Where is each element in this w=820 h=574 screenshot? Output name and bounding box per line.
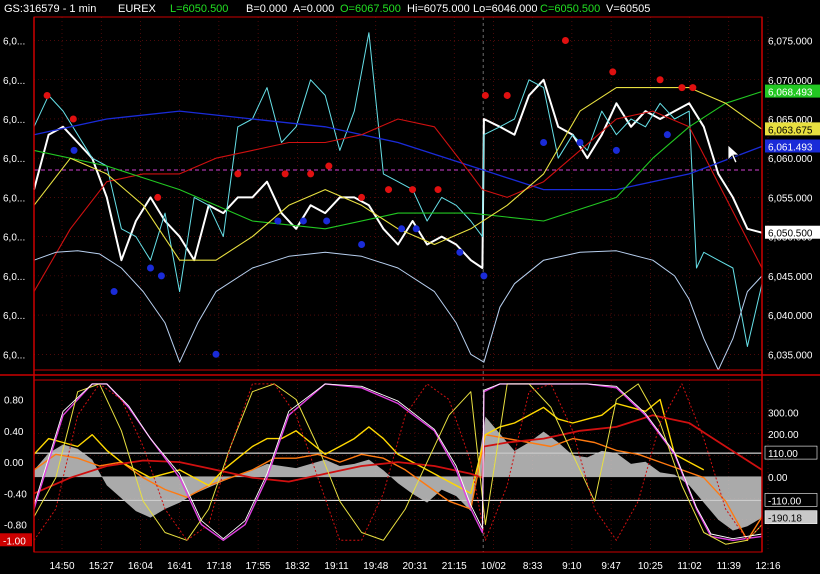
header-low: Lo=6046.000 [473, 3, 538, 15]
price-tick-left: 6,0... [3, 115, 25, 126]
low-marker [110, 288, 118, 296]
low-marker [576, 139, 584, 147]
low-marker [157, 272, 165, 280]
header-ask: A=0.000 [293, 3, 334, 15]
time-tick: 20:31 [402, 561, 427, 572]
time-tick: 15:27 [89, 561, 114, 572]
price-tick-left: 6,0... [3, 76, 25, 87]
price-value-label: 6,061.493 [768, 142, 813, 153]
high-marker [307, 170, 315, 178]
high-marker [358, 193, 366, 201]
price-tick-right: 6,060.000 [768, 154, 813, 165]
osc-tick-right: 0.00 [768, 473, 788, 484]
high-marker [234, 170, 242, 178]
high-marker [154, 193, 162, 201]
header-high: Hi=6075.000 [407, 3, 470, 15]
price-tick-left: 6,0... [3, 37, 25, 48]
header-symbol: GS:316579 - 1 min [4, 3, 96, 15]
osc-left-label: -1.00 [3, 536, 26, 547]
price-tick-right: 6,075.000 [768, 37, 813, 48]
low-marker [323, 217, 331, 225]
high-marker [503, 91, 511, 99]
low-marker [480, 272, 488, 280]
header-volume: V=60505 [606, 3, 650, 15]
low-marker [299, 217, 307, 225]
header-open: O=6067.500 [340, 3, 401, 15]
time-tick: 17:55 [246, 561, 271, 572]
price-tick-right: 6,040.000 [768, 311, 813, 322]
price-tick-left: 6,0... [3, 233, 25, 244]
high-marker [609, 68, 617, 76]
time-tick: 11:39 [717, 561, 742, 572]
osc-tick-left: -0.40 [4, 489, 27, 500]
high-marker [385, 186, 393, 194]
osc-tick-right: 200.00 [768, 430, 799, 441]
time-tick: 9:10 [562, 561, 582, 572]
price-value-label: 6,050.500 [768, 229, 813, 240]
low-marker [212, 350, 220, 358]
low-marker [146, 264, 154, 272]
time-tick: 8:33 [523, 561, 543, 572]
low-marker [412, 225, 420, 233]
high-marker [656, 76, 664, 84]
price-tick-right: 6,055.000 [768, 193, 813, 204]
header-bid: B=0.000 [246, 3, 287, 15]
osc-value-label: -190.18 [768, 514, 802, 525]
time-tick: 19:11 [324, 561, 349, 572]
osc-tick-right: 300.00 [768, 408, 799, 419]
price-tick-left: 6,0... [3, 311, 25, 322]
price-value-label: 6,063.675 [768, 125, 813, 136]
low-marker [398, 225, 406, 233]
osc-tick-left: 0.40 [4, 427, 24, 438]
high-marker [281, 170, 289, 178]
high-marker [678, 84, 686, 92]
time-tick: 11:02 [677, 561, 702, 572]
header-close: C=6050.500 [540, 3, 600, 15]
header-exchange: EUREX [118, 3, 157, 15]
price-tick-left: 6,0... [3, 193, 25, 204]
time-tick: 19:48 [363, 561, 388, 572]
time-tick: 9:47 [601, 561, 621, 572]
osc-tick-left: 0.80 [4, 396, 24, 407]
time-tick: 18:32 [285, 561, 310, 572]
price-tick-left: 6,0... [3, 350, 25, 361]
time-tick: 16:41 [167, 561, 192, 572]
price-tick-left: 6,0... [3, 272, 25, 283]
high-marker [689, 84, 697, 92]
price-tick-right: 6,035.000 [768, 350, 813, 361]
price-tick-left: 6,0... [3, 154, 25, 165]
time-tick: 17:18 [206, 561, 231, 572]
time-tick: 21:15 [442, 561, 467, 572]
time-tick: 16:04 [128, 561, 153, 572]
high-marker [325, 162, 333, 170]
osc-tick-left: -0.80 [4, 521, 27, 532]
low-marker [663, 131, 671, 139]
high-marker [481, 91, 489, 99]
time-tick: 14:50 [49, 561, 74, 572]
high-marker [69, 115, 77, 123]
high-marker [43, 91, 51, 99]
high-marker [409, 186, 417, 194]
low-marker [70, 146, 78, 154]
header-last: L=6050.500 [170, 3, 228, 15]
low-marker [612, 146, 620, 154]
low-marker [540, 139, 548, 147]
price-tick-right: 6,045.000 [768, 272, 813, 283]
osc-value-label: 110.00 [768, 449, 798, 460]
osc-tick-left: 0.00 [4, 458, 24, 469]
low-marker [274, 217, 282, 225]
trading-chart[interactable]: GS:316579 - 1 min EUREX L=6050.500 B=0.0… [0, 0, 820, 574]
price-value-label: 6,068.493 [768, 88, 813, 99]
time-tick: 10:25 [638, 561, 663, 572]
low-marker [358, 240, 366, 248]
osc-value-label: -110.00 [768, 496, 802, 507]
high-marker [561, 37, 569, 45]
high-marker [434, 186, 442, 194]
low-marker [456, 248, 464, 256]
time-tick: 12:16 [755, 561, 780, 572]
time-tick: 10/02 [481, 561, 506, 572]
